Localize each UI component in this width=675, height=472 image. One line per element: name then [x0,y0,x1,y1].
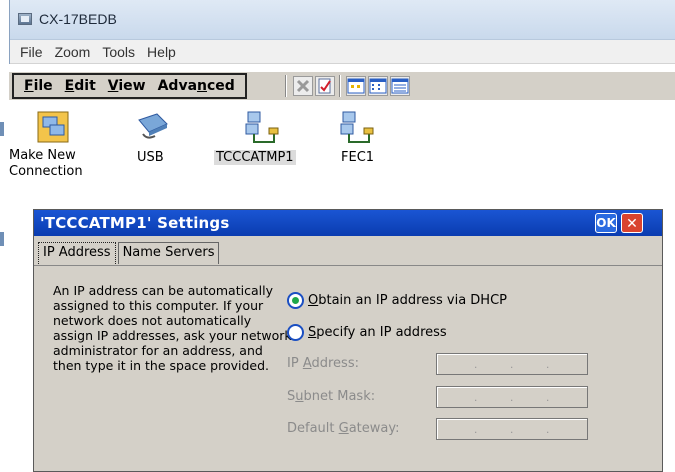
small-icons-button[interactable] [368,76,388,96]
device-menu-file[interactable]: File [18,78,59,94]
device-menu-advanced[interactable]: Advanced [152,78,241,94]
network-connection-icon [340,111,374,143]
edge-mark [0,122,4,136]
device-menubar: File Edit View Advanced [12,73,247,99]
default-gateway-input[interactable]: ... [436,418,588,440]
usb-connection-icon [138,113,168,139]
make-new-connection-icon [37,111,69,143]
device-menu-edit[interactable]: Edit [59,78,102,94]
small-icons-icon [369,78,387,94]
default-gateway-label: Default Gateway: [287,421,400,436]
subnet-mask-label: Subnet Mask: [287,389,376,404]
fec1-label: FEC1 [341,150,375,165]
app-icon [18,13,32,25]
host-menubar: File Zoom Tools Help [10,40,675,64]
radio-obtain-dhcp[interactable]: Obtain an IP address via DHCP [287,292,507,309]
device-toolbar: File Edit View Advanced [9,72,675,100]
tab-ip-address[interactable]: IP Address [38,242,116,266]
tab-name-servers[interactable]: Name Servers [117,242,220,264]
ip-address-input[interactable]: ... [436,353,588,375]
radio-specify-ip-label: Specify an IP address [308,325,447,340]
properties-icon [318,78,331,94]
host-menu-tools[interactable]: Tools [96,44,141,60]
fec1-connection-item[interactable]: FEC1 [333,110,383,170]
tcccatmp1-label: TCCCATMP1 [214,150,296,165]
radio-button-checked[interactable] [287,292,304,309]
make-new-connection-label: Make New Connection [9,148,83,179]
usb-label: USB [137,150,164,165]
radio-obtain-dhcp-label: Obtain an IP address via DHCP [308,293,507,308]
dialog-tabs: IP Address Name Servers [38,242,221,266]
ip-address-label: IP Address: [287,356,359,371]
left-screen-edge [0,0,9,472]
network-connection-icon [245,111,279,143]
settings-dialog: 'TCCCATMP1' Settings OK ✕ IP Address Nam… [33,209,663,472]
large-icons-icon [347,78,365,94]
host-menu-file[interactable]: File [14,44,49,60]
list-view-icon [391,78,409,94]
dialog-titlebar[interactable]: 'TCCCATMP1' Settings OK ✕ [34,210,662,236]
toolbar-separator [285,75,287,97]
delete-icon [296,79,310,93]
edge-mark [0,232,4,246]
close-icon: ✕ [626,215,638,231]
dialog-title: 'TCCCATMP1' Settings [40,214,230,232]
delete-button[interactable] [293,76,313,96]
toolbar-separator [339,75,341,97]
large-icons-button[interactable] [346,76,366,96]
host-title: CX-17BEDB [39,11,117,27]
host-titlebar[interactable]: CX-17BEDB [10,0,675,40]
host-menu-zoom[interactable]: Zoom [49,44,97,60]
properties-button[interactable] [315,76,335,96]
subnet-mask-input[interactable]: ... [436,386,588,408]
ok-button[interactable]: OK [595,213,617,233]
radio-button-unchecked[interactable] [287,324,304,341]
device-screen: File Edit View Advanced Make New Connect… [9,64,675,472]
radio-specify-ip[interactable]: Specify an IP address [287,324,447,341]
make-new-connection-item[interactable]: Make New Connection [9,110,99,190]
list-view-button[interactable] [390,76,410,96]
ip-help-text: An IP address can be automatically assig… [53,283,292,373]
tcccatmp1-connection-item[interactable]: TCCCATMP1 [214,110,314,170]
device-menu-view[interactable]: View [102,78,152,94]
host-menu-help[interactable]: Help [141,44,182,60]
close-button[interactable]: ✕ [621,213,643,233]
usb-connection-item[interactable]: USB [121,110,181,170]
